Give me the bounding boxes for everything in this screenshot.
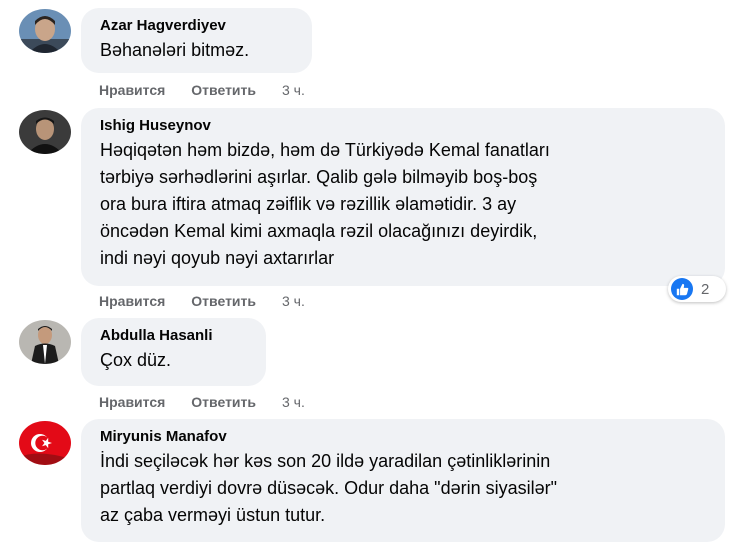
- reaction-summary[interactable]: 2: [668, 276, 726, 302]
- comment-author[interactable]: Azar Hagverdiyev: [100, 17, 292, 35]
- like-button[interactable]: Нравится: [99, 392, 165, 412]
- comment-author[interactable]: Ishig Huseynov: [100, 117, 705, 135]
- like-button[interactable]: Нравится: [99, 80, 165, 100]
- comment-actions: Нравится Ответить 3 ч.: [99, 291, 305, 311]
- avatar[interactable]: [19, 9, 71, 53]
- comment-text-line: indi nəyi qoyub nəyi axtarırlar: [100, 248, 335, 268]
- comment-timestamp[interactable]: 3 ч.: [282, 392, 305, 412]
- comment-text-line: tərbiyə sərhədlərini aşırlar. Qalib gələ…: [100, 167, 538, 187]
- comment-bubble: Ishig Huseynov Həqiqətən həm bizdə, həm …: [81, 108, 725, 286]
- like-button[interactable]: Нравится: [99, 291, 165, 311]
- comment-bubble: Abdulla Hasanli Çox düz.: [81, 318, 266, 386]
- comment-text: Çox düz.: [100, 350, 172, 370]
- comment-author[interactable]: Miryunis Manafov: [100, 428, 705, 446]
- comment-text: Bəhanələri bitməz.: [100, 40, 250, 60]
- avatar[interactable]: [19, 421, 71, 465]
- comment-text-line: partlaq verdiyi dovrə düsəcək. Odur daha…: [100, 478, 558, 498]
- avatar[interactable]: [19, 110, 71, 154]
- avatar[interactable]: [19, 320, 71, 364]
- comment-actions: Нравится Ответить 3 ч.: [99, 80, 305, 100]
- reply-button[interactable]: Ответить: [191, 392, 256, 412]
- comment-timestamp[interactable]: 3 ч.: [282, 291, 305, 311]
- reaction-count: 2: [701, 280, 710, 298]
- comment-bubble: Azar Hagverdiyev Bəhanələri bitməz.: [81, 8, 312, 73]
- comment-text-line: Həqiqətən həm bizdə, həm də Türkiyədə Ke…: [100, 140, 550, 160]
- reply-button[interactable]: Ответить: [191, 80, 256, 100]
- comment-author[interactable]: Abdulla Hasanli: [100, 327, 246, 345]
- comment-bubble: Miryunis Manafov İndi seçiləcək hər kəs …: [81, 419, 725, 542]
- comment-text-line: ora bura iftira atmaq zəiflik və rəzilli…: [100, 194, 517, 214]
- thumbs-up-icon: [671, 278, 693, 300]
- comment-text-line: az çaba verməyi üstun tutur.: [100, 505, 326, 525]
- comment-actions: Нравится Ответить 3 ч.: [99, 392, 305, 412]
- comment-timestamp[interactable]: 3 ч.: [282, 80, 305, 100]
- comment-text-line: İndi seçiləcək hər kəs son 20 ildə yarad…: [100, 451, 551, 471]
- comment-text-line: öncədən Kemal kimi axmaqla rəzil olacağı…: [100, 221, 538, 241]
- reply-button[interactable]: Ответить: [191, 291, 256, 311]
